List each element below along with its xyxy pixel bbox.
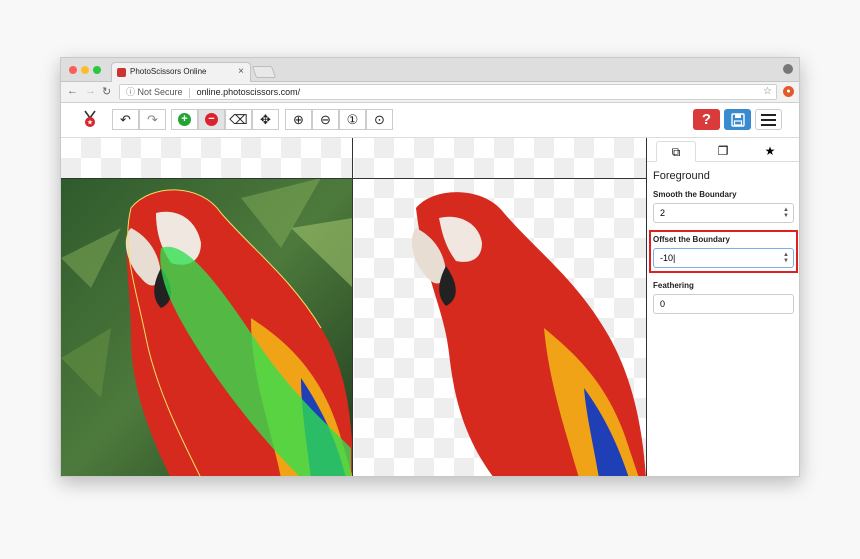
smooth-boundary-field[interactable]: 2 ▲ ▼ xyxy=(653,203,794,223)
favicon-icon xyxy=(117,68,126,77)
undo-icon: ↶ xyxy=(120,111,131,127)
stepper-icon[interactable]: ▲ ▼ xyxy=(783,252,789,264)
redo-icon: ↷ xyxy=(147,111,158,127)
profile-icon[interactable] xyxy=(783,64,793,74)
editor-canvas[interactable] xyxy=(61,138,647,476)
panel-title: Foreground xyxy=(653,170,710,182)
reload-icon[interactable]: ↻ xyxy=(102,85,111,98)
info-icon: ⓘ xyxy=(126,87,136,97)
undo-button[interactable]: ↶ xyxy=(112,109,139,130)
result-image-pane[interactable] xyxy=(354,138,647,476)
tab-foreground[interactable]: ⧉ xyxy=(656,141,696,162)
redo-button[interactable]: ↷ xyxy=(139,109,166,130)
canvas-divider xyxy=(61,178,647,179)
zoom-out-button[interactable]: ⊖ xyxy=(312,109,339,130)
tab-close-icon[interactable]: × xyxy=(238,63,244,81)
move-icon: ✥ xyxy=(260,111,271,127)
star-icon: ★ xyxy=(764,144,776,158)
smooth-boundary-label: Smooth the Boundary xyxy=(653,190,737,199)
security-label: Not Secure xyxy=(137,87,183,97)
help-button[interactable]: ? xyxy=(693,109,720,130)
panel-tabs: ⧉ ❐ ★ xyxy=(647,138,799,162)
zoom-out-icon: ⊖ xyxy=(320,111,331,127)
save-icon xyxy=(730,112,745,127)
feathering-field[interactable]: 0 xyxy=(653,294,794,314)
url-field[interactable]: ⓘ Not Secure online.photoscissors.com/ ☆ xyxy=(119,84,777,100)
background-marker-button[interactable]: − xyxy=(198,109,225,130)
source-parrot-image xyxy=(61,178,352,476)
offset-boundary-field[interactable]: -10| ▲ ▼ xyxy=(653,248,794,268)
extension-icon[interactable]: ● xyxy=(783,86,794,97)
zoom-fit-icon: ⊙ xyxy=(374,111,385,127)
browser-window: PhotoScissors Online × ← → ↻ ⓘ Not Secur… xyxy=(60,57,800,477)
cutout-parrot-image xyxy=(411,192,646,476)
zoom-actual-icon: ① xyxy=(346,111,359,127)
foreground-icon: ⧉ xyxy=(671,145,681,159)
zoom-actual-button[interactable]: ① xyxy=(339,109,366,130)
tab-background[interactable]: ❐ xyxy=(703,141,743,162)
svg-text:★: ★ xyxy=(87,119,93,127)
eraser-icon: ⌫ xyxy=(229,111,248,127)
properties-panel: ⧉ ❐ ★ Foreground Smooth the Boundary 2 ▲… xyxy=(647,138,799,476)
offset-boundary-label: Offset the Boundary xyxy=(653,235,730,244)
source-image-pane[interactable] xyxy=(61,138,353,476)
smooth-boundary-value: 2 xyxy=(660,208,666,218)
foreground-marker-button[interactable]: + xyxy=(171,109,198,130)
stepper-icon[interactable]: ▲ ▼ xyxy=(783,207,789,219)
zoom-in-icon: ⊕ xyxy=(293,111,304,127)
save-button[interactable] xyxy=(724,109,751,130)
tab-effects[interactable]: ★ xyxy=(750,141,790,162)
minimize-window-button[interactable] xyxy=(81,66,89,74)
maximize-window-button[interactable] xyxy=(93,66,101,74)
photoscissors-logo-icon: ★ xyxy=(84,110,96,127)
background-icon: ❐ xyxy=(717,144,729,158)
feathering-value: 0 xyxy=(660,299,666,309)
tab-strip: PhotoScissors Online × xyxy=(61,58,799,82)
eraser-button[interactable]: ⌫ xyxy=(225,109,252,130)
move-button[interactable]: ✥ xyxy=(252,109,279,130)
menu-button[interactable] xyxy=(755,109,782,130)
back-icon[interactable]: ← xyxy=(67,85,78,97)
feathering-label: Feathering xyxy=(653,281,694,290)
offset-boundary-value: -10 xyxy=(660,253,674,263)
zoom-fit-button[interactable]: ⊙ xyxy=(366,109,393,130)
forward-icon[interactable]: → xyxy=(85,85,96,97)
url-text: online.photoscissors.com/ xyxy=(196,87,301,97)
browser-tab[interactable]: PhotoScissors Online × xyxy=(111,62,251,82)
new-tab-button[interactable] xyxy=(251,66,277,78)
address-bar: ← → ↻ ⓘ Not Secure online.photoscissors.… xyxy=(61,82,799,103)
tab-title: PhotoScissors Online xyxy=(130,67,207,76)
bookmark-star-icon[interactable]: ☆ xyxy=(763,85,772,99)
minus-circle-icon: − xyxy=(205,113,218,126)
close-window-button[interactable] xyxy=(69,66,77,74)
app-toolbar: ★ ↶ ↷ + − ⌫ ✥ ⊕ ⊖ ① ⊙ ? xyxy=(61,103,799,138)
plus-circle-icon: + xyxy=(178,113,191,126)
zoom-in-button[interactable]: ⊕ xyxy=(285,109,312,130)
